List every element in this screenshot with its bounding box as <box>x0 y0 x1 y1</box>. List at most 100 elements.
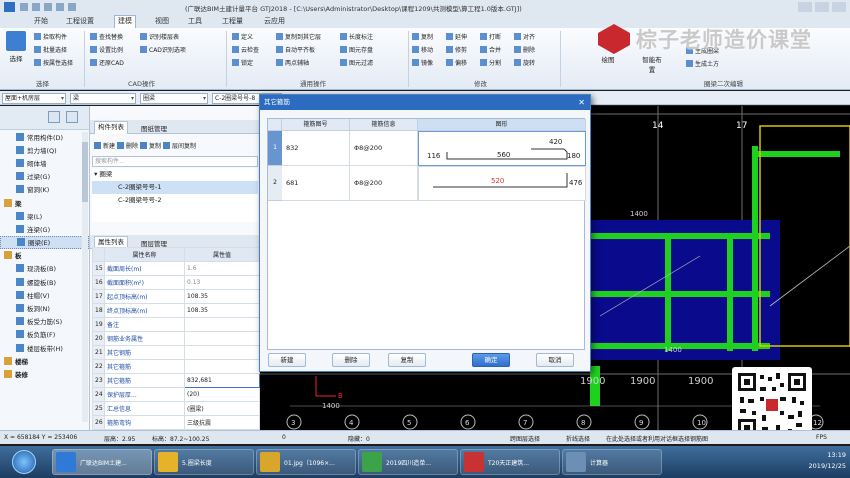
copy-between-floors-button[interactable]: 层间复制 <box>163 141 196 150</box>
new-button[interactable]: 新建 <box>268 353 306 367</box>
tab-start[interactable]: 开始 <box>34 16 48 26</box>
copy-button[interactable]: 复制 <box>388 353 426 367</box>
tree-item[interactable]: C-2圈梁号号-2 <box>92 194 258 207</box>
nav-item[interactable]: 砌体墙 <box>0 156 89 169</box>
property-row[interactable]: 16 截面面积(m²) 0.13 <box>92 275 260 290</box>
redo-icon[interactable] <box>56 3 64 11</box>
minimize-button[interactable] <box>798 2 812 12</box>
tab-project-settings[interactable]: 工程设置 <box>66 16 94 26</box>
restore-cad-button[interactable]: 还原CAD <box>90 58 124 67</box>
property-value[interactable] <box>184 317 260 332</box>
property-row[interactable]: 17 起点顶标高(m) 108.35 <box>92 289 260 304</box>
nav-item[interactable]: 板负筋(F) <box>0 328 89 341</box>
nav-item[interactable]: 常用构件(D) <box>0 130 89 143</box>
copy-component-button[interactable]: 复制 <box>140 141 161 150</box>
property-row[interactable]: 26 箍筋弯钩 三级抗震 <box>92 415 260 430</box>
start-button[interactable] <box>4 448 44 476</box>
maximize-button[interactable] <box>815 2 829 12</box>
recognize-floor-table-button[interactable]: 识别楼层表 <box>140 32 179 41</box>
beam-region[interactable] <box>590 220 780 360</box>
stirrup-shape-cell[interactable]: 420 116 560 180 <box>418 131 586 166</box>
property-value[interactable]: 1.6 <box>184 261 260 276</box>
polyline-select[interactable]: 折线选择 <box>566 434 590 443</box>
tab-drawing-manage[interactable]: 图纸管理 <box>138 123 170 133</box>
property-value[interactable] <box>184 345 260 360</box>
element-filter-button[interactable]: 图元过滤 <box>340 58 373 67</box>
copy-to-floor-button[interactable]: 复制到其它层 <box>276 32 321 41</box>
scroll-thumb[interactable] <box>82 142 88 202</box>
stirrup-info-cell[interactable]: Φ8@200 <box>350 166 418 201</box>
save-icon[interactable] <box>32 3 40 11</box>
tab-component-list[interactable]: 构件列表 <box>94 121 128 134</box>
property-row[interactable]: 23 其它箍筋 832,681 <box>92 373 260 388</box>
tab-quantities[interactable]: 工程量 <box>222 16 243 26</box>
delete-button[interactable]: 删除 <box>514 45 535 54</box>
floor-select[interactable]: 屋面+机房层 <box>2 93 66 104</box>
property-value[interactable]: 108.35 <box>184 303 260 318</box>
save-element-button[interactable]: 图元存盘 <box>340 45 373 54</box>
nav-item[interactable]: 过梁(G) <box>0 170 89 183</box>
property-row[interactable]: 24 保护层厚... (20) <box>92 387 260 402</box>
nav-item[interactable]: 楼层板带(H) <box>0 341 89 354</box>
taskbar-app[interactable]: 5.圈梁长度 <box>154 449 254 475</box>
generate-earthwork-button[interactable]: 生成土方 <box>686 59 719 68</box>
cross-layer-select[interactable]: 跨图层选择 <box>510 434 540 443</box>
batch-select-button[interactable]: 批量选择 <box>34 45 67 54</box>
tab-modeling[interactable]: 建模 <box>114 15 136 28</box>
print-icon[interactable] <box>68 3 76 11</box>
property-row[interactable]: 25 汇总信息 (圈梁) <box>92 401 260 416</box>
undo-icon[interactable] <box>44 3 52 11</box>
property-value[interactable]: (20) <box>184 387 260 402</box>
nav-item[interactable]: 板受力筋(S) <box>0 315 89 328</box>
taskbar-app[interactable]: 01.jpg（1096×... <box>256 449 356 475</box>
lock-button[interactable]: 锁定 <box>232 58 253 67</box>
stirrup-id-cell[interactable]: 832 <box>282 131 350 166</box>
dialog-close-icon[interactable]: ✕ <box>578 95 585 110</box>
offset-button[interactable]: 偏移 <box>446 58 467 67</box>
nav-item[interactable]: 梁(L) <box>0 209 89 222</box>
select-button[interactable]: 选择 <box>4 31 28 63</box>
find-replace-button[interactable]: 查找替换 <box>90 32 123 41</box>
set-scale-button[interactable]: 设置比例 <box>90 45 123 54</box>
property-value[interactable] <box>184 331 260 346</box>
property-row[interactable]: 21 其它钢筋 <box>92 345 260 360</box>
delete-component-button[interactable]: 删除 <box>117 141 138 150</box>
nav-scrollbar[interactable] <box>82 132 88 422</box>
property-value[interactable]: 832,681 <box>184 373 260 388</box>
cloud-check-button[interactable]: 云检查 <box>232 45 259 54</box>
rotate-button[interactable]: 旋转 <box>514 58 535 67</box>
nav-item[interactable]: 现浇板(B) <box>0 262 89 275</box>
collapse-icon[interactable] <box>66 111 78 123</box>
new-component-button[interactable]: 新建 <box>94 141 115 150</box>
taskbar-app[interactable]: 广联达BIM土建... <box>52 449 152 475</box>
nav-item[interactable]: 柱帽(V) <box>0 288 89 301</box>
nav-item[interactable]: 窗洞(K) <box>0 183 89 196</box>
property-value[interactable]: 三级抗震 <box>184 415 260 430</box>
delete-button[interactable]: 删除 <box>332 353 370 367</box>
stirrup-shape-cell[interactable]: 520 476 <box>418 166 586 201</box>
category-select[interactable]: 梁 <box>70 93 136 104</box>
row-number[interactable]: 1 <box>268 131 282 166</box>
tree-item[interactable]: C-2圈梁号号-1 <box>92 181 258 194</box>
row-number[interactable]: 2 <box>268 166 282 201</box>
clock-date[interactable]: 2019/12/25 <box>809 461 846 472</box>
component-search-input[interactable]: 搜索构件... <box>92 156 258 167</box>
taskbar-app[interactable]: T20天正建筑... <box>460 449 560 475</box>
property-value[interactable]: (圈梁) <box>184 401 260 416</box>
property-row[interactable]: 15 截面周长(m) 1.6 <box>92 261 260 276</box>
nav-group[interactable]: 板 <box>0 249 89 262</box>
close-button[interactable] <box>832 2 846 12</box>
trim-button[interactable]: 修剪 <box>446 45 467 54</box>
tree-root[interactable]: ▾ 圈梁 <box>92 168 258 181</box>
tab-tools[interactable]: 工具 <box>188 16 202 26</box>
nav-item[interactable]: 剪力墙(Q) <box>0 143 89 156</box>
clock-time[interactable]: 13:19 <box>809 450 846 461</box>
stirrup-id-cell[interactable]: 681 <box>282 166 350 201</box>
mirror-button[interactable]: 镜像 <box>412 58 433 67</box>
nav-group[interactable]: 楼梯 <box>0 354 89 367</box>
property-row[interactable]: 18 终点顶标高(m) 108.35 <box>92 303 260 318</box>
nav-item[interactable]: 板洞(N) <box>0 301 89 314</box>
copy-button[interactable]: 复制 <box>412 32 433 41</box>
pick-component-button[interactable]: 拾取构件 <box>34 32 67 41</box>
ok-button[interactable]: 确定 <box>472 353 510 367</box>
